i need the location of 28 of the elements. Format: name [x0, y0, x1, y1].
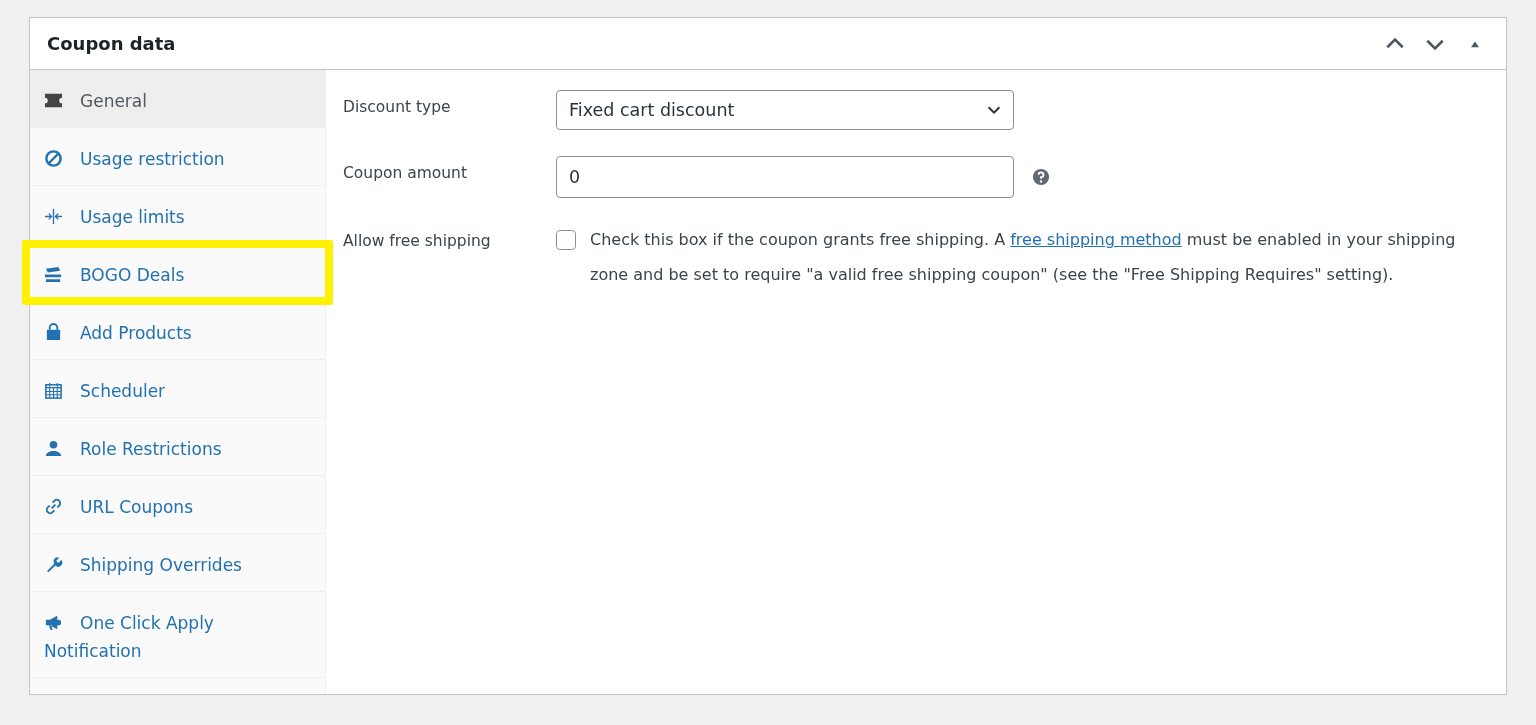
field-label: Coupon amount	[343, 163, 468, 184]
sidebar-tab[interactable]: One Click Apply Notification	[30, 592, 325, 678]
sidebar-tab[interactable]: Usage limits	[30, 186, 325, 244]
free-shipping-checkbox[interactable]	[556, 230, 576, 250]
sidebar-tab[interactable]: URL Coupons	[30, 476, 325, 534]
field-label: Discount type	[343, 97, 452, 118]
free-shipping-method-link[interactable]: free shipping method	[1010, 230, 1182, 249]
person-icon	[44, 439, 63, 458]
sidebar-tab[interactable]: Add Products	[30, 302, 325, 360]
sidebar-tab[interactable]: Role Restrictions	[30, 418, 325, 476]
sidebar-tab[interactable]: Shipping Overrides	[30, 534, 325, 592]
sidebar-tab[interactable]: General	[30, 70, 325, 128]
sidebar-tab[interactable]: BOGO Deals	[30, 244, 325, 302]
wrench-icon	[44, 555, 63, 574]
sidebar-tab[interactable]: Usage restriction	[30, 128, 325, 186]
free-shipping-description: Check this box if the coupon grants free shipping. A free shipping method must be enabled in your shipping zone and be set to require "a valid free shipping coupon" (see the "Free Shipping Requires" setting).	[590, 229, 1457, 286]
arrows-inward-icon	[44, 207, 63, 226]
calendar-icon	[44, 381, 63, 400]
discount-type-select[interactable]: Fixed cart discount	[556, 90, 1014, 130]
link-icon	[44, 497, 63, 516]
coupon-amount-field[interactable]: 0	[556, 156, 1014, 198]
ticket-icon	[44, 91, 63, 110]
field-label: Allow free shipping	[343, 231, 492, 252]
sidebar-tab[interactable]: Scheduler	[30, 360, 325, 418]
prohibited-icon	[44, 149, 63, 168]
stacked-tickets-icon	[44, 265, 63, 284]
megaphone-icon	[44, 613, 63, 632]
panel-title: Coupon data	[47, 33, 176, 54]
